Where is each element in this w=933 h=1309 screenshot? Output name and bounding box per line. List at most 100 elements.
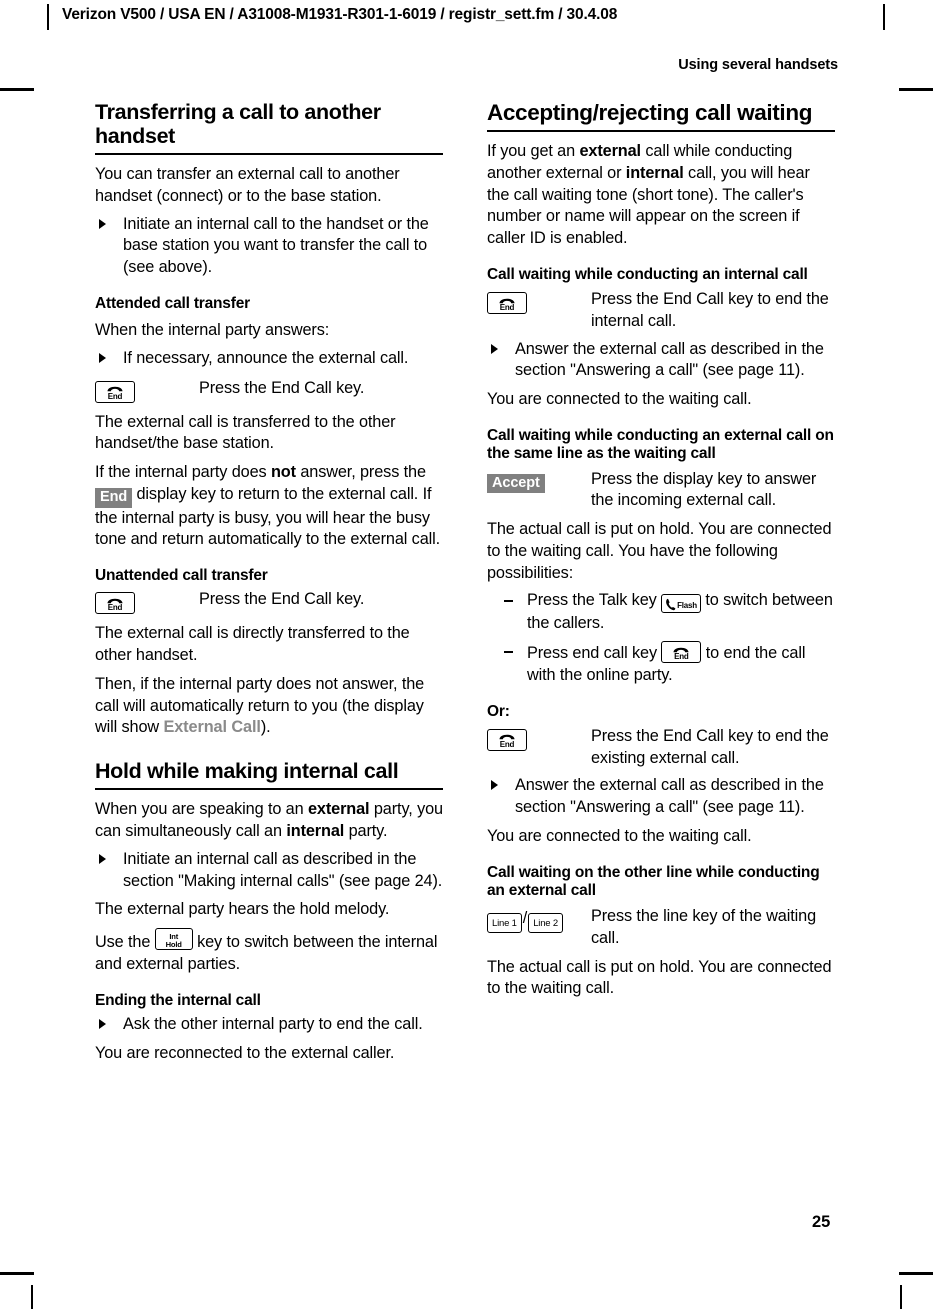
talk-flash-key-icon: Flash <box>661 594 701 614</box>
paragraph-other-line-after: The actual call is put on hold. You are … <box>487 957 832 998</box>
end-call-key-label: End <box>499 739 515 749</box>
text-frag-3: party. <box>344 822 388 841</box>
section-title-transferring-call: Transferring a call to another handset <box>95 100 443 156</box>
end-call-key-label: End <box>107 603 123 613</box>
triangle-bullet-icon <box>491 343 498 354</box>
int-hold-key-icon: Int Hold <box>154 928 193 951</box>
page-number: 25 <box>812 1213 831 1231</box>
text-frag-1: Use the <box>95 933 155 952</box>
paragraph-unattended-after: The external call is directly transferre… <box>95 624 410 665</box>
paragraph-attended-after: The external call is transferred to the … <box>95 412 396 453</box>
end-call-key-icon: End <box>487 728 527 751</box>
bullet-text: Ask the other internal party to end the … <box>123 1014 423 1033</box>
end-call-key-icon: End <box>95 592 135 615</box>
end-call-key-label: End <box>499 303 515 313</box>
key-description: Press the display key to answer the inco… <box>591 469 817 510</box>
key-row-unattended-end-call: End Press the End Call key. <box>95 589 443 616</box>
crop-mark-bottom-right-horizontal <box>899 1272 933 1275</box>
text-bold-external: external <box>579 142 641 161</box>
end-call-key-icon: End <box>661 641 702 664</box>
paragraph-use-int-hold-key: Use the Int Hold key to switch between th… <box>95 928 443 976</box>
right-column: Accepting/rejecting call waiting If you … <box>487 100 835 1000</box>
left-column: Transferring a call to another handset Y… <box>95 100 443 1064</box>
paragraph-call-waiting-intro: If you get an external call while conduc… <box>487 141 835 250</box>
bullet-initiate-internal-call: Initiate an internal call to the handset… <box>95 214 443 279</box>
text-frag-2: answer, press the <box>295 463 426 482</box>
key-row-internal-end-call: End Press the End Call key to end the in… <box>487 289 835 333</box>
paragraph-unattended-then: Then, if the internal party does not ans… <box>95 674 443 739</box>
handset-up-glyph <box>666 598 676 610</box>
crop-mark-bottom-left-vertical <box>31 1285 33 1309</box>
crop-mark-top-right-vertical <box>883 4 885 30</box>
subheading-or: Or: <box>487 702 510 720</box>
line-2-key-label: Line 2 <box>533 918 558 930</box>
dash-bullet-icon <box>504 651 513 653</box>
key-description: Press the End Call key to end the intern… <box>591 290 829 330</box>
dash-item-talk-key: Press the Talk key Flash to switch betwe… <box>487 590 835 635</box>
subheading-ending-internal-call: Ending the internal call <box>95 991 261 1009</box>
paragraph-ending-after: You are reconnected to the external call… <box>95 1043 395 1062</box>
bullet-text: Initiate an internal call as described i… <box>123 849 443 890</box>
key-cell: End <box>487 289 591 316</box>
bullet-answer-external-call-1: Answer the external call as described in… <box>487 339 835 383</box>
paragraph-connected-waiting-1: You are connected to the waiting call. <box>487 390 752 409</box>
text-frag-1: Press the Talk key <box>527 591 662 610</box>
triangle-bullet-icon <box>99 853 106 864</box>
display-key-end-chip[interactable]: End <box>95 488 133 508</box>
bullet-text: Answer the external call as described in… <box>515 776 824 817</box>
paragraph-hold-melody: The external party hears the hold melody… <box>95 900 390 919</box>
talk-flash-key-label: Flash <box>677 601 697 611</box>
key-cell: End <box>95 378 199 405</box>
triangle-bullet-icon <box>491 780 498 791</box>
line-1-key-label: Line 1 <box>492 918 517 930</box>
bullet-text: Answer the external call as described in… <box>515 339 824 380</box>
line-1-key-icon[interactable]: Line 1 <box>487 913 522 934</box>
text-bold-internal: internal <box>625 163 684 182</box>
running-head-title: Using several handsets <box>678 57 838 73</box>
line-2-key-icon[interactable]: Line 2 <box>528 913 563 934</box>
key-row-accept-display-key: Accept Press the display key to answer t… <box>487 469 835 513</box>
end-call-key-label: End <box>107 391 123 401</box>
bullet-answer-external-call-2: Answer the external call as described in… <box>487 775 835 819</box>
text-frag-1: If you get an <box>487 142 580 161</box>
bullet-initiate-internal-as-described: Initiate an internal call as described i… <box>95 849 443 893</box>
key-row-line-keys: Line 1/Line 2 Press the line key of the … <box>487 906 835 950</box>
paragraph-transfer-intro: You can transfer an external call to ano… <box>95 165 400 205</box>
key-description: Press the line key of the waiting call. <box>591 907 817 947</box>
display-key-accept[interactable]: Accept <box>487 474 545 494</box>
text-bold-not: not <box>270 463 296 482</box>
text-bold-external: external <box>307 800 370 819</box>
crop-mark-bottom-right-vertical <box>900 1285 902 1309</box>
text-frag-1: When you are speaking to an <box>95 800 308 819</box>
bullet-ask-other-party: Ask the other internal party to end the … <box>95 1014 443 1036</box>
end-call-key-icon: End <box>487 292 527 315</box>
dash-bullet-icon <box>504 600 513 602</box>
paragraph-same-line-after: The actual call is put on hold. You are … <box>487 520 832 582</box>
key-row-or-end-call: End Press the End Call key to end the ex… <box>487 726 835 770</box>
dash-item-end-call-key: Press end call key End to end the call w… <box>487 641 835 687</box>
paragraph-attended-not-answer: If the internal party does not answer, p… <box>95 462 443 551</box>
end-call-key-label: End <box>674 652 689 662</box>
triangle-bullet-icon <box>99 352 106 363</box>
section-title-hold-while-internal: Hold while making internal call <box>95 759 443 791</box>
file-header-path: Verizon V500 / USA EN / A31008-M1931-R30… <box>62 6 618 23</box>
paragraph-hold-intro: When you are speaking to an external par… <box>95 799 443 843</box>
section-title-accepting-rejecting-call-waiting: Accepting/rejecting call waiting <box>487 100 835 133</box>
int-hold-key-label-line1: Int <box>169 931 179 941</box>
bullet-announce-external-call: If necessary, announce the external call… <box>95 348 443 370</box>
key-description: Press the End Call key. <box>199 590 365 609</box>
bullet-text: If necessary, announce the external call… <box>123 348 409 367</box>
crop-mark-top-left-horizontal <box>0 88 34 91</box>
triangle-bullet-icon <box>99 1018 106 1029</box>
key-cell: Line 1/Line 2 <box>487 906 591 934</box>
paragraph-connected-waiting-2: You are connected to the waiting call. <box>487 826 752 845</box>
key-cell: End <box>487 726 591 753</box>
paragraph-attended-lead: When the internal party answers: <box>95 321 330 340</box>
key-description: Press the End Call key to end the existi… <box>591 726 829 767</box>
text-frag-1: Press end call key <box>527 644 662 663</box>
key-cell: Accept <box>487 469 591 494</box>
subheading-call-waiting-same-line: Call waiting while conducting an externa… <box>487 426 834 463</box>
handset-down-glyph <box>107 386 123 392</box>
subheading-call-waiting-internal: Call waiting while conducting an interna… <box>487 265 808 283</box>
crop-mark-top-left-vertical <box>47 4 49 30</box>
